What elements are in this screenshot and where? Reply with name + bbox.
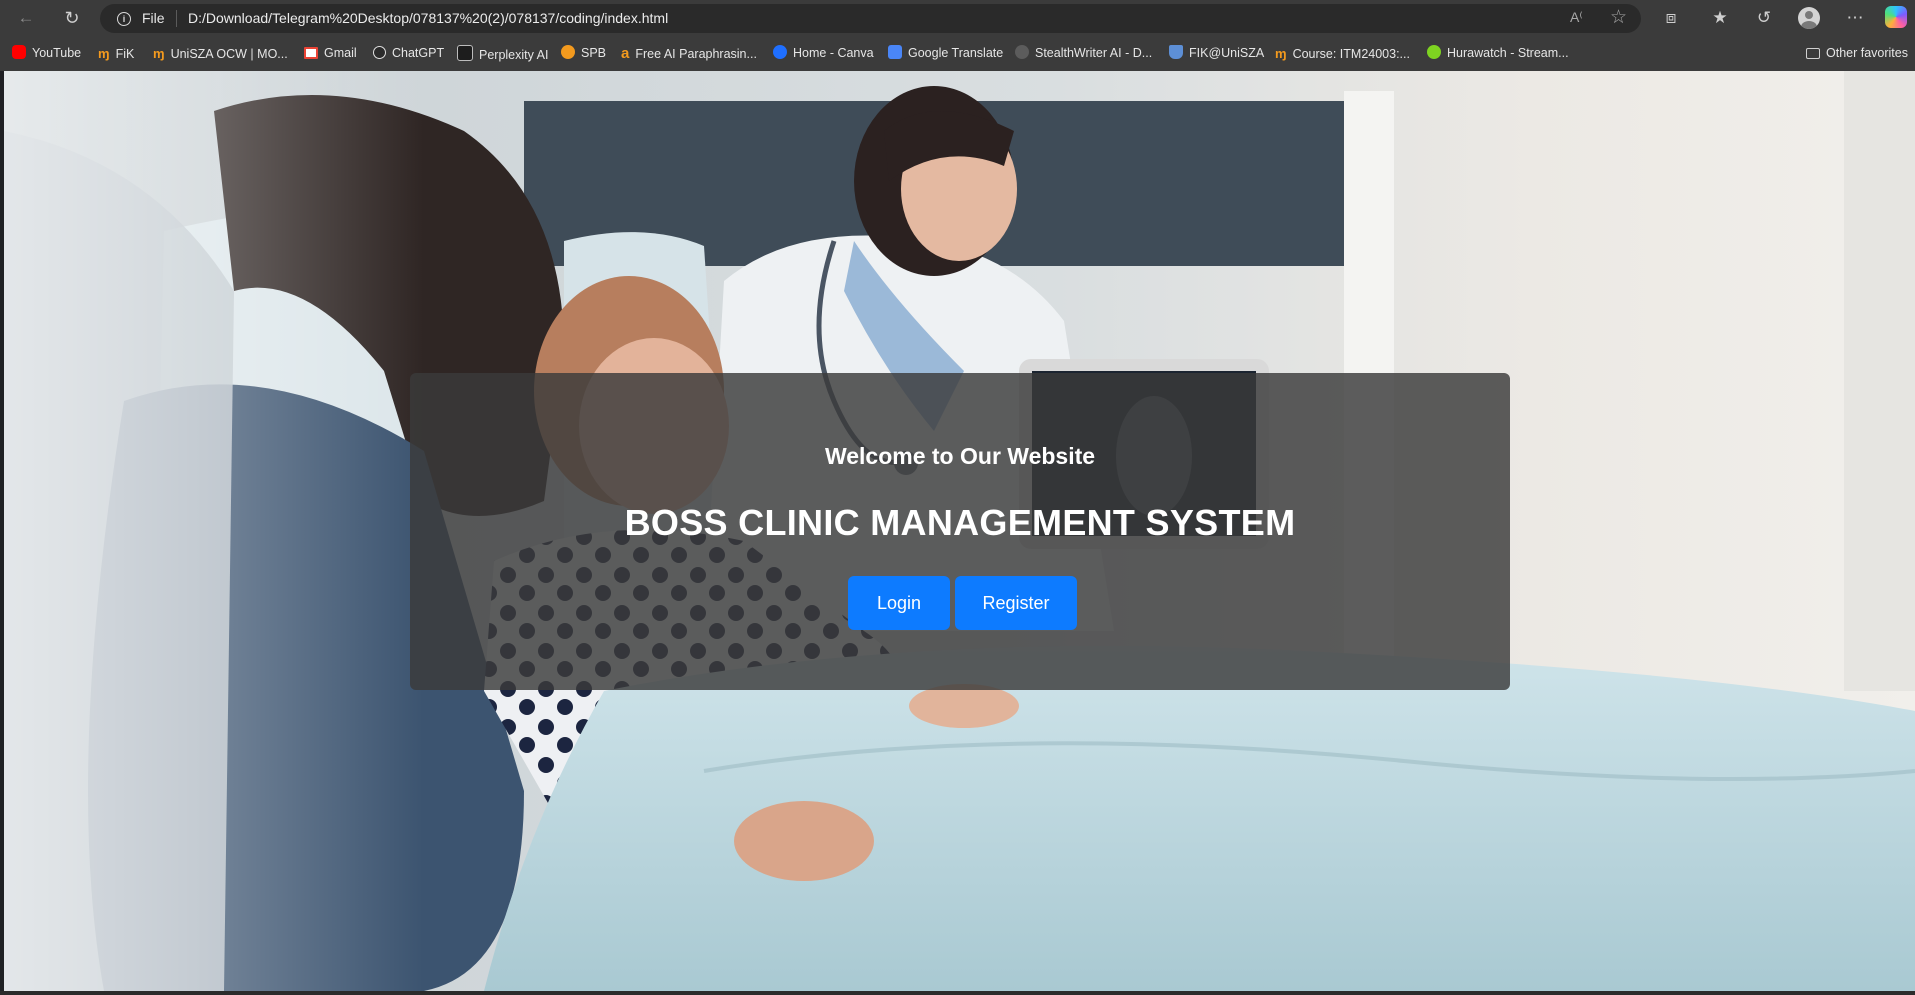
bookmark-hurawatch[interactable]: Hurawatch - Stream... [1427,45,1569,62]
bookmark-fik-unisza[interactable]: FIK@UniSZA [1169,45,1264,62]
welcome-heading: Welcome to Our Website [824,443,1096,469]
hurawatch-icon [1427,45,1441,59]
page-viewport: Welcome to Our Website BOSS CLINIC MANAG… [4,71,1915,991]
chatgpt-icon [373,46,386,59]
info-icon[interactable]: i [117,12,131,26]
canva-icon [773,45,787,59]
bookmarks-bar: YouTube ɱ FiK ɱ UniSZA OCW | MO... Gmail C… [0,36,1915,71]
extensions-icon[interactable]: ⧈ [1659,6,1683,30]
scheme-label: File [142,10,165,26]
bookmark-canva[interactable]: Home - Canva [773,45,874,62]
read-aloud-icon[interactable]: A⁽ [1570,9,1583,26]
bookmark-chatgpt[interactable]: ChatGPT [373,45,444,62]
unisza-icon: ɱ [153,46,165,61]
bookmark-youtube[interactable]: YouTube [12,45,81,62]
url-text[interactable]: D:/Download/Telegram%20Desktop/078137%20… [188,10,668,26]
address-bar[interactable]: i File D:/Download/Telegram%20Desktop/07… [100,4,1641,33]
other-favorites[interactable]: Other favorites [1806,45,1908,62]
history-icon[interactable]: ↺ [1752,6,1776,30]
copilot-icon[interactable] [1885,6,1907,28]
login-button[interactable]: Login [848,576,950,630]
bookmark-stealthwriter[interactable]: StealthWriter AI - D... [1015,45,1152,62]
unisza-icon: ɱ [1275,46,1287,61]
bookmark-fik[interactable]: ɱ FiK [98,45,134,62]
bookmark-paraphrase[interactable]: a Free AI Paraphrasin... [621,45,757,62]
translate-icon [888,45,902,59]
bookmark-google-translate[interactable]: Google Translate [888,45,1003,62]
page-title: BOSS CLINIC MANAGEMENT SYSTEM [624,502,1296,543]
window-bottom-edge [0,991,1915,995]
perplexity-icon [457,45,473,61]
profile-avatar-icon[interactable] [1798,7,1820,29]
stealthwriter-icon [1015,45,1029,59]
reload-icon[interactable]: ↻ [60,6,84,30]
paraphrase-icon: a [621,45,630,62]
browser-toolbar: ← ↻ i File D:/Download/Telegram%20Deskto… [0,0,1915,36]
favorite-star-icon[interactable]: ☆ [1610,6,1627,29]
bookmark-gmail[interactable]: Gmail [304,45,357,62]
folder-icon [1806,48,1820,59]
favorites-icon[interactable]: ★ [1708,6,1732,30]
bookmark-spb[interactable]: SPB [561,45,606,62]
address-divider [176,10,177,27]
youtube-icon [12,45,26,59]
gmail-icon [304,47,318,59]
fik-icon [1169,45,1183,59]
back-arrow-icon[interactable]: ← [14,6,38,30]
bookmark-course[interactable]: ɱ Course: ITM24003:... [1275,45,1410,62]
bookmark-unisza-ocw[interactable]: ɱ UniSZA OCW | MO... [153,45,288,62]
spb-icon [561,45,575,59]
more-menu-icon[interactable]: ⋯ [1843,6,1867,30]
bookmark-perplexity[interactable]: Perplexity AI [457,45,548,62]
welcome-card: Welcome to Our Website BOSS CLINIC MANAG… [410,373,1510,690]
unisza-icon: ɱ [98,46,110,61]
register-button[interactable]: Register [955,576,1077,630]
